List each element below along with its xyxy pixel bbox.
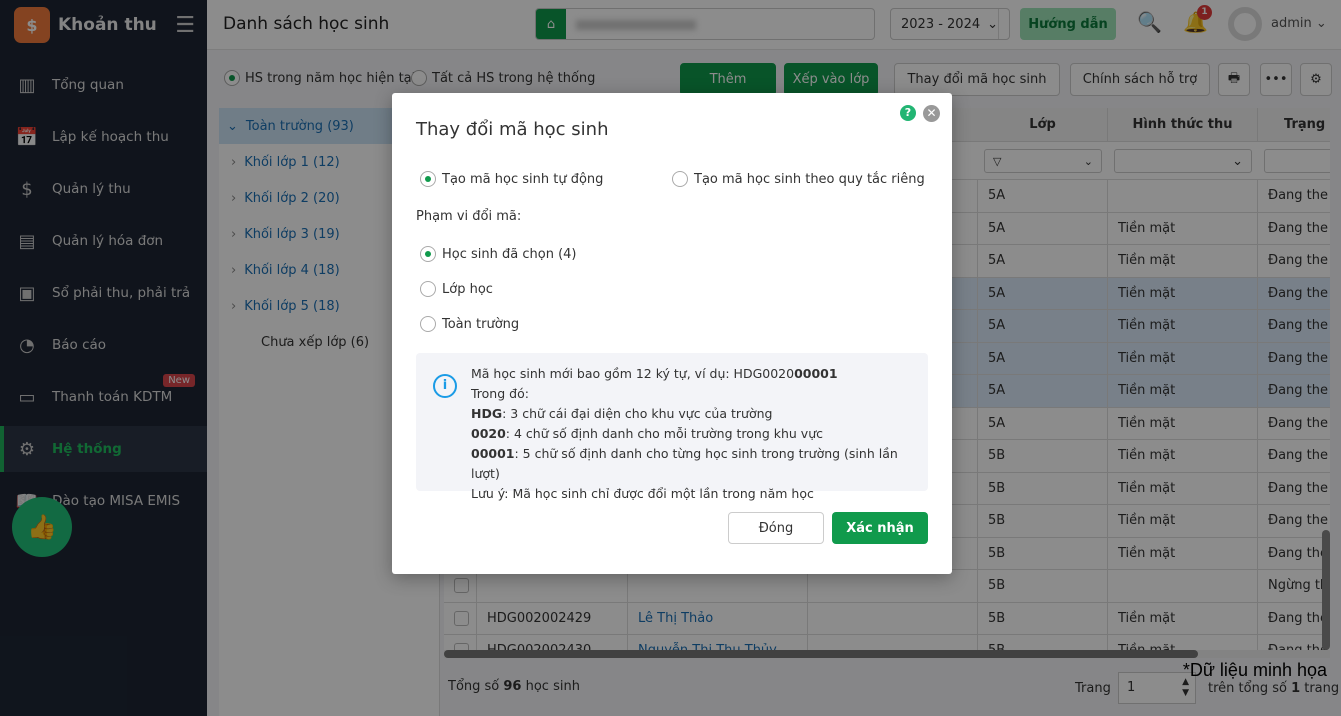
scope-school-radio[interactable]: Toàn trường xyxy=(420,316,519,332)
radio-unchecked xyxy=(672,171,688,187)
watermark: *Dữ liệu minh họa xyxy=(1182,660,1327,680)
info-bold: 00001 xyxy=(471,446,515,461)
info-line: 0020: 4 chữ số định danh cho mỗi trường … xyxy=(471,424,928,444)
help-icon[interactable]: ? xyxy=(900,105,916,121)
info-text: : 5 chữ số định danh cho từng học sinh t… xyxy=(471,446,898,481)
change-code-dialog: Thay đổi mã học sinh ? ✕ Tạo mã học sinh… xyxy=(392,93,952,574)
radio-label: Tạo mã học sinh theo quy tắc riêng xyxy=(694,171,925,187)
info-box: i Mã học sinh mới bao gồm 12 ký tự, ví d… xyxy=(416,353,928,501)
radio-label: Tạo mã học sinh tự động xyxy=(442,171,604,187)
info-text: : 4 chữ số định danh cho mỗi trường tron… xyxy=(505,426,823,441)
radio-unchecked xyxy=(420,281,436,297)
info-line: Trong đó: xyxy=(471,386,529,401)
radio-label: Toàn trường xyxy=(442,316,520,332)
scope-label: Phạm vi đổi mã: xyxy=(416,209,522,224)
info-bold: HDG xyxy=(471,406,503,421)
info-bold: 0020 xyxy=(471,426,506,441)
radio-checked xyxy=(420,246,436,262)
dialog-title: Thay đổi mã học sinh xyxy=(416,119,609,140)
info-line: 00001: 5 chữ số định danh cho từng học s… xyxy=(471,444,928,484)
info-bold: 00001 xyxy=(794,366,838,381)
radio-checked xyxy=(420,171,436,187)
info-line: Lưu ý: Mã học sinh chỉ được đổi một lần … xyxy=(471,486,814,501)
radio-label: Học sinh đã chọn (4) xyxy=(442,246,577,262)
scope-selected-radio[interactable]: Học sinh đã chọn (4) xyxy=(420,246,576,262)
custom-code-radio[interactable]: Tạo mã học sinh theo quy tắc riêng xyxy=(672,171,925,187)
radio-label: Lớp học xyxy=(442,281,493,297)
info-line: Mã học sinh mới bao gồm 12 ký tự, ví dụ:… xyxy=(471,364,928,384)
info-line: HDG: 3 chữ cái đại diện cho khu vực của … xyxy=(471,404,928,424)
close-icon[interactable]: ✕ xyxy=(923,105,940,122)
info-text: : 3 chữ cái đại diện cho khu vực của trư… xyxy=(502,406,773,421)
close-button[interactable]: Đóng xyxy=(728,512,824,544)
confirm-button[interactable]: Xác nhận xyxy=(832,512,928,544)
info-text: Mã học sinh mới bao gồm 12 ký tự, ví dụ:… xyxy=(471,366,795,381)
info-icon: i xyxy=(433,374,457,398)
radio-unchecked xyxy=(420,316,436,332)
scope-class-radio[interactable]: Lớp học xyxy=(420,281,493,297)
auto-code-radio[interactable]: Tạo mã học sinh tự động xyxy=(420,171,603,187)
